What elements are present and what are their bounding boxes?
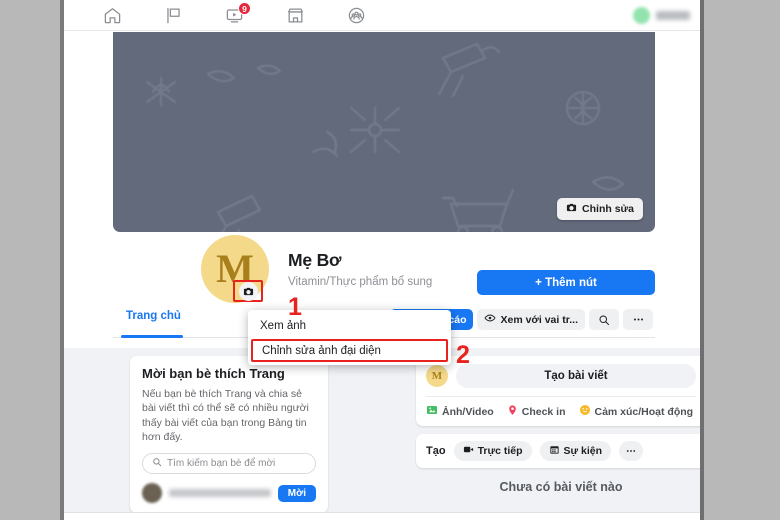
create-more-icon[interactable] [619, 441, 644, 461]
check-in-button[interactable]: Check in [507, 404, 566, 419]
eye-icon [484, 312, 497, 327]
edit-cover-photo-label: Chỉnh sửa [582, 203, 634, 215]
friend-name-blurred [169, 489, 271, 498]
photo-video-label: Ảnh/Video [442, 405, 494, 418]
create-post-input[interactable]: Tạo bài viết [456, 364, 696, 388]
main-feed-column: M Tạo bài viết Ảnh/Video Check in Cảm xú… [416, 356, 700, 494]
page-category: Vitamin/Thực phẩm bổ sung [288, 276, 433, 288]
tab-trang-chu[interactable]: Trang chủ [126, 310, 181, 331]
smiley-icon [579, 404, 591, 419]
add-button-button[interactable]: + Thêm nút [477, 270, 655, 295]
search-icon [152, 457, 162, 470]
menu-item-chinh-sua-anh-dai-dien[interactable]: Chỉnh sửa ảnh đại diện [251, 339, 448, 362]
video-notification-badge: 9 [238, 1, 251, 15]
avatar: M [426, 365, 448, 387]
cover-photo[interactable]: Chỉnh sửa [113, 32, 655, 232]
home-icon[interactable] [102, 6, 122, 26]
account-area[interactable] [633, 0, 690, 31]
create-event-label: Sự kiện [563, 445, 603, 457]
annotation-step-1: 1 [288, 293, 302, 321]
menu-item-xem-anh[interactable]: Xem ảnh [248, 314, 451, 337]
live-video-icon [463, 444, 474, 458]
invite-friends-search-placeholder: Tìm kiếm bạn bè để mời [167, 458, 276, 470]
create-post-actions: Ảnh/Video Check in Cảm xúc/Hoạt động [426, 396, 696, 419]
flag-icon[interactable] [163, 6, 183, 26]
page-title: Mẹ Bơ [288, 250, 342, 270]
camera-icon [566, 202, 577, 216]
create-live-label: Trực tiếp [477, 445, 523, 457]
calendar-icon [549, 444, 560, 458]
annotation-step-2: 2 [456, 341, 470, 369]
facebook-page: 9 Chỉnh sửa M Mẹ Bơ Vitamin/Thực phẩm bổ… [64, 0, 700, 520]
photo-video-icon [426, 404, 438, 419]
groups-icon[interactable] [346, 6, 366, 26]
feeling-activity-label: Cảm xúc/Hoạt động [594, 405, 694, 418]
edit-cover-photo-button[interactable]: Chỉnh sửa [557, 198, 643, 220]
create-shortcuts-card: Tạo Trực tiếp Sự kiện [416, 434, 700, 468]
top-navigation-bar: 9 [64, 0, 700, 31]
search-icon[interactable] [589, 309, 619, 330]
profile-header: M Mẹ Bơ Vitamin/Thực phẩm bổ sung + Thêm… [113, 232, 655, 304]
empty-feed-message: Chưa có bài viết nào [499, 480, 623, 494]
screenshot-root: 9 Chỉnh sửa M Mẹ Bơ Vitamin/Thực phẩm bổ… [0, 0, 780, 520]
edit-profile-photo-button[interactable] [233, 280, 263, 302]
location-pin-icon [507, 404, 518, 419]
view-as-label: Xem với vai tr... [500, 313, 578, 326]
account-avatar[interactable] [633, 7, 650, 24]
nav-icon-group: 9 [102, 0, 366, 31]
camera-icon [238, 281, 258, 301]
active-tab-indicator [121, 335, 183, 338]
marketplace-icon[interactable] [285, 6, 305, 26]
video-icon[interactable]: 9 [224, 1, 251, 26]
friend-list-item: Mời [142, 483, 316, 504]
check-in-label: Check in [521, 405, 566, 418]
invite-friends-description: Nếu bạn bè thích Trang và chia sẻ bài vi… [142, 388, 309, 443]
invite-friends-card: Mời bạn bè thích Trang Nếu bạn bè thích … [130, 356, 328, 514]
invite-friends-search-input[interactable]: Tìm kiếm bạn bè để mời [142, 453, 316, 475]
account-name-blurred [656, 11, 690, 20]
page-bottom-strip [64, 512, 700, 520]
browser-frame-right-edge [700, 0, 704, 520]
photo-video-button[interactable]: Ảnh/Video [426, 404, 494, 419]
feeling-activity-button[interactable]: Cảm xúc/Hoạt động [579, 404, 694, 419]
invite-friend-button[interactable]: Mời [277, 484, 316, 502]
invite-friends-title: Mời bạn bè thích Trang [142, 366, 285, 381]
create-event-button[interactable]: Sự kiện [539, 441, 612, 461]
view-as-button[interactable]: Xem với vai tr... [477, 309, 585, 330]
create-label: Tạo [426, 445, 446, 457]
avatar [142, 483, 162, 504]
more-options-icon[interactable] [623, 309, 653, 330]
profile-photo-dropdown-menu: Xem ảnh Chỉnh sửa ảnh đại diện [248, 310, 451, 365]
create-live-button[interactable]: Trực tiếp [453, 441, 532, 461]
